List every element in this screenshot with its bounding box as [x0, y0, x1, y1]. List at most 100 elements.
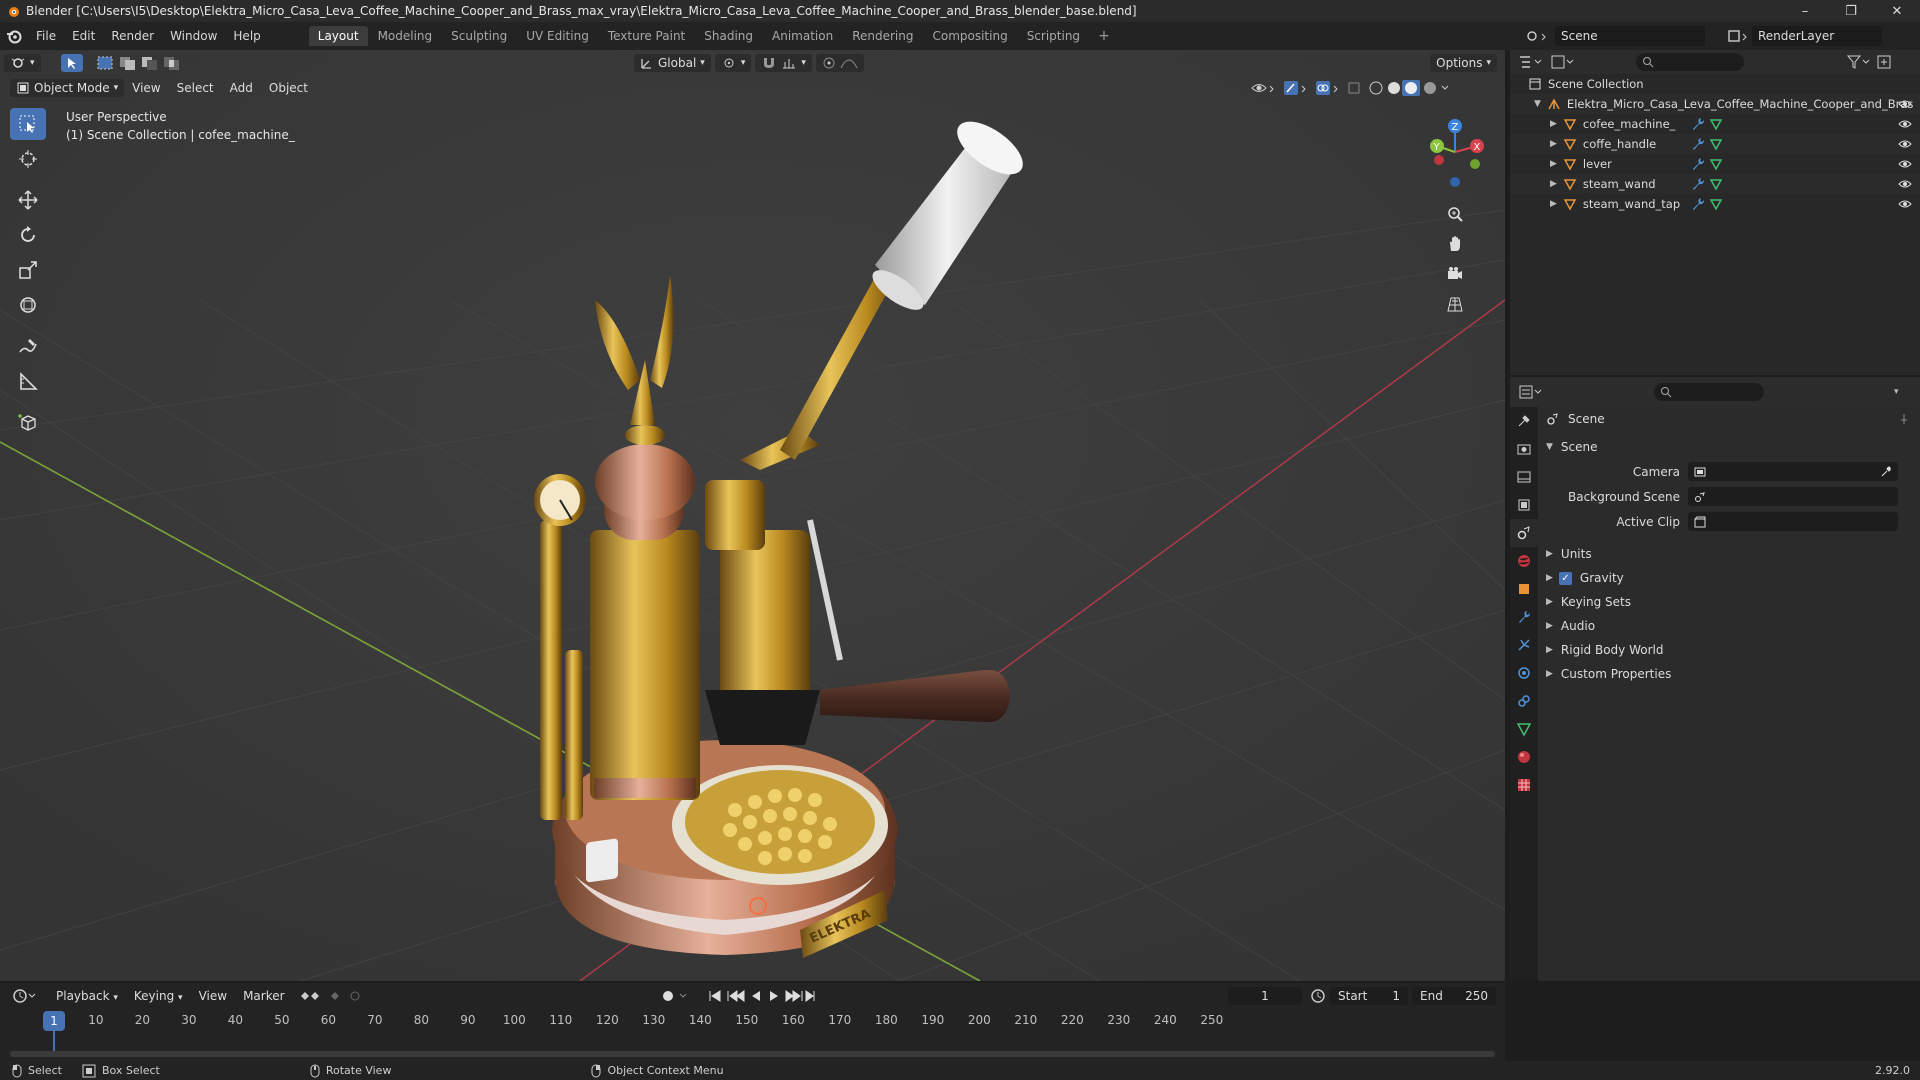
tab-data[interactable] [1510, 715, 1538, 743]
menu-edit[interactable]: Edit [64, 29, 103, 43]
tab-modifiers[interactable] [1510, 603, 1538, 631]
tab-scene[interactable] [1510, 519, 1538, 547]
playhead[interactable]: 1 [43, 1011, 65, 1031]
tab-tool[interactable] [1510, 407, 1538, 435]
maximize-button[interactable]: ❐ [1828, 0, 1874, 22]
rotate-tool[interactable] [10, 219, 46, 251]
proportional-edit-toggle[interactable] [815, 54, 864, 72]
minimize-button[interactable]: – [1782, 0, 1828, 22]
display-mode-icon[interactable] [1550, 54, 1576, 70]
select-mode-button[interactable] [60, 54, 83, 72]
active-clip-field[interactable] [1688, 512, 1898, 531]
properties-search-input[interactable] [1654, 383, 1764, 401]
3d-viewport[interactable]: ELEKTRA ▾ Global ▾ ▾ ▾ Options ▾ Object … [0, 50, 1505, 981]
subpanel-header[interactable]: ▶ Rigid Body World [1538, 638, 1920, 662]
visibility-eye-icon[interactable] [1898, 137, 1912, 151]
visibility-eye-icon[interactable] [1898, 197, 1912, 211]
tab-world[interactable] [1510, 547, 1538, 575]
modifier-wrench-icon[interactable] [1691, 197, 1705, 211]
pin-icon[interactable] [1898, 413, 1910, 425]
select-intersect-icon[interactable] [161, 54, 181, 72]
visibility-eye-icon[interactable] [1898, 157, 1912, 171]
filter-icon[interactable] [1846, 54, 1872, 70]
xray-toggle-icon[interactable] [1346, 80, 1362, 96]
tab-particles[interactable] [1510, 631, 1538, 659]
outliner-row-object[interactable]: ▶ steam_wand [1510, 174, 1920, 194]
keyframe-buttons[interactable] [299, 989, 369, 1003]
tab-constraints[interactable] [1510, 687, 1538, 715]
subpanel-header[interactable]: ▶ Audio [1538, 614, 1920, 638]
visibility-eye-icon[interactable] [1898, 177, 1912, 191]
close-button[interactable]: ✕ [1874, 0, 1920, 22]
render-layer-icon[interactable] [1726, 28, 1750, 44]
mesh-data-icon[interactable] [1709, 157, 1723, 171]
transform-orientation-dropdown[interactable]: Global ▾ [634, 54, 711, 72]
outliner-row-object[interactable]: ▶ steam_wand_tap [1510, 194, 1920, 214]
subpanel-header[interactable]: ▶ Keying Sets [1538, 590, 1920, 614]
outliner-row-object[interactable]: ▶ cofee_machine_ [1510, 114, 1920, 134]
outliner-row-collection[interactable]: ▼ Elektra_Micro_Casa_Leva_Coffee_Machine… [1510, 94, 1920, 114]
background-scene-field[interactable] [1688, 487, 1898, 506]
menu-timeline-view[interactable]: View [191, 989, 235, 1003]
timeline-editor-icon[interactable] [12, 988, 38, 1004]
scene-panel-header[interactable]: ▼ Scene [1538, 435, 1920, 459]
move-tool[interactable] [10, 184, 46, 216]
blender-logo-icon[interactable] [0, 22, 28, 50]
gizmo-toggle-icon[interactable] [1282, 80, 1308, 96]
render-layer-selector[interactable]: RenderLayer [1752, 26, 1882, 46]
pan-button[interactable] [1443, 232, 1467, 256]
editor-type-button[interactable]: ▾ [4, 54, 41, 72]
options-dropdown[interactable]: Options ▾ [1430, 54, 1497, 72]
snap-toggle[interactable]: ▾ [755, 54, 812, 72]
tab-compositing[interactable]: Compositing [923, 26, 1016, 46]
mesh-data-icon[interactable] [1709, 137, 1723, 151]
menu-window[interactable]: Window [162, 29, 225, 43]
zoom-button[interactable] [1443, 202, 1467, 226]
eyedropper-icon[interactable] [1880, 465, 1892, 478]
visibility-icon[interactable] [1250, 80, 1276, 96]
outliner-row-object[interactable]: ▶ coffe_handle [1510, 134, 1920, 154]
scale-tool[interactable] [10, 254, 46, 286]
tab-texture-paint[interactable]: Texture Paint [599, 26, 694, 46]
menu-render[interactable]: Render [103, 29, 162, 43]
select-extend-icon[interactable] [117, 54, 137, 72]
visibility-eye-icon[interactable] [1898, 97, 1912, 111]
tab-physics[interactable] [1510, 659, 1538, 687]
end-frame-input[interactable]: End 250 [1412, 987, 1496, 1005]
clock-icon[interactable] [1310, 988, 1326, 1004]
tab-uv-editing[interactable]: UV Editing [517, 26, 598, 46]
expand-arrow-icon[interactable]: ▶ [1550, 159, 1557, 169]
transform-tool[interactable] [10, 289, 46, 321]
new-collection-icon[interactable] [1876, 54, 1892, 70]
tab-render[interactable] [1510, 435, 1538, 463]
tab-layout[interactable]: Layout [308, 26, 368, 46]
menu-object[interactable]: Object [261, 81, 316, 95]
scene-icon[interactable] [1525, 28, 1549, 44]
tab-rendering[interactable]: Rendering [843, 26, 922, 46]
menu-help[interactable]: Help [225, 29, 268, 43]
menu-marker[interactable]: Marker [235, 989, 292, 1003]
tab-animation[interactable]: Animation [763, 26, 842, 46]
subpanel-header[interactable]: ▶ Custom Properties [1538, 662, 1920, 686]
tab-shading[interactable]: Shading [695, 26, 762, 46]
annotate-tool[interactable] [10, 330, 46, 362]
cursor-tool[interactable] [10, 143, 46, 175]
select-subtract-icon[interactable] [139, 54, 159, 72]
expand-arrow-icon[interactable]: ▶ [1550, 199, 1557, 209]
select-box-tool[interactable] [10, 108, 46, 140]
camera-view-button[interactable] [1443, 262, 1467, 286]
outliner-editor-icon[interactable] [1518, 54, 1544, 70]
shading-mode-group[interactable] [1368, 80, 1452, 96]
menu-keying[interactable]: Keying ▾ [126, 989, 191, 1003]
subpanel-header[interactable]: ▶ Units [1538, 542, 1920, 566]
axis-gizmo[interactable]: Z X Y [1425, 112, 1485, 192]
modifier-wrench-icon[interactable] [1691, 157, 1705, 171]
tab-object[interactable] [1510, 575, 1538, 603]
menu-file[interactable]: File [28, 29, 64, 43]
expand-arrow-icon[interactable]: ▶ [1550, 139, 1557, 149]
pivot-point-dropdown[interactable]: ▾ [714, 54, 752, 72]
add-cube-tool[interactable] [10, 406, 46, 438]
camera-field[interactable] [1688, 462, 1898, 481]
visibility-eye-icon[interactable] [1898, 117, 1912, 131]
current-frame-input[interactable]: 1 [1228, 987, 1302, 1005]
